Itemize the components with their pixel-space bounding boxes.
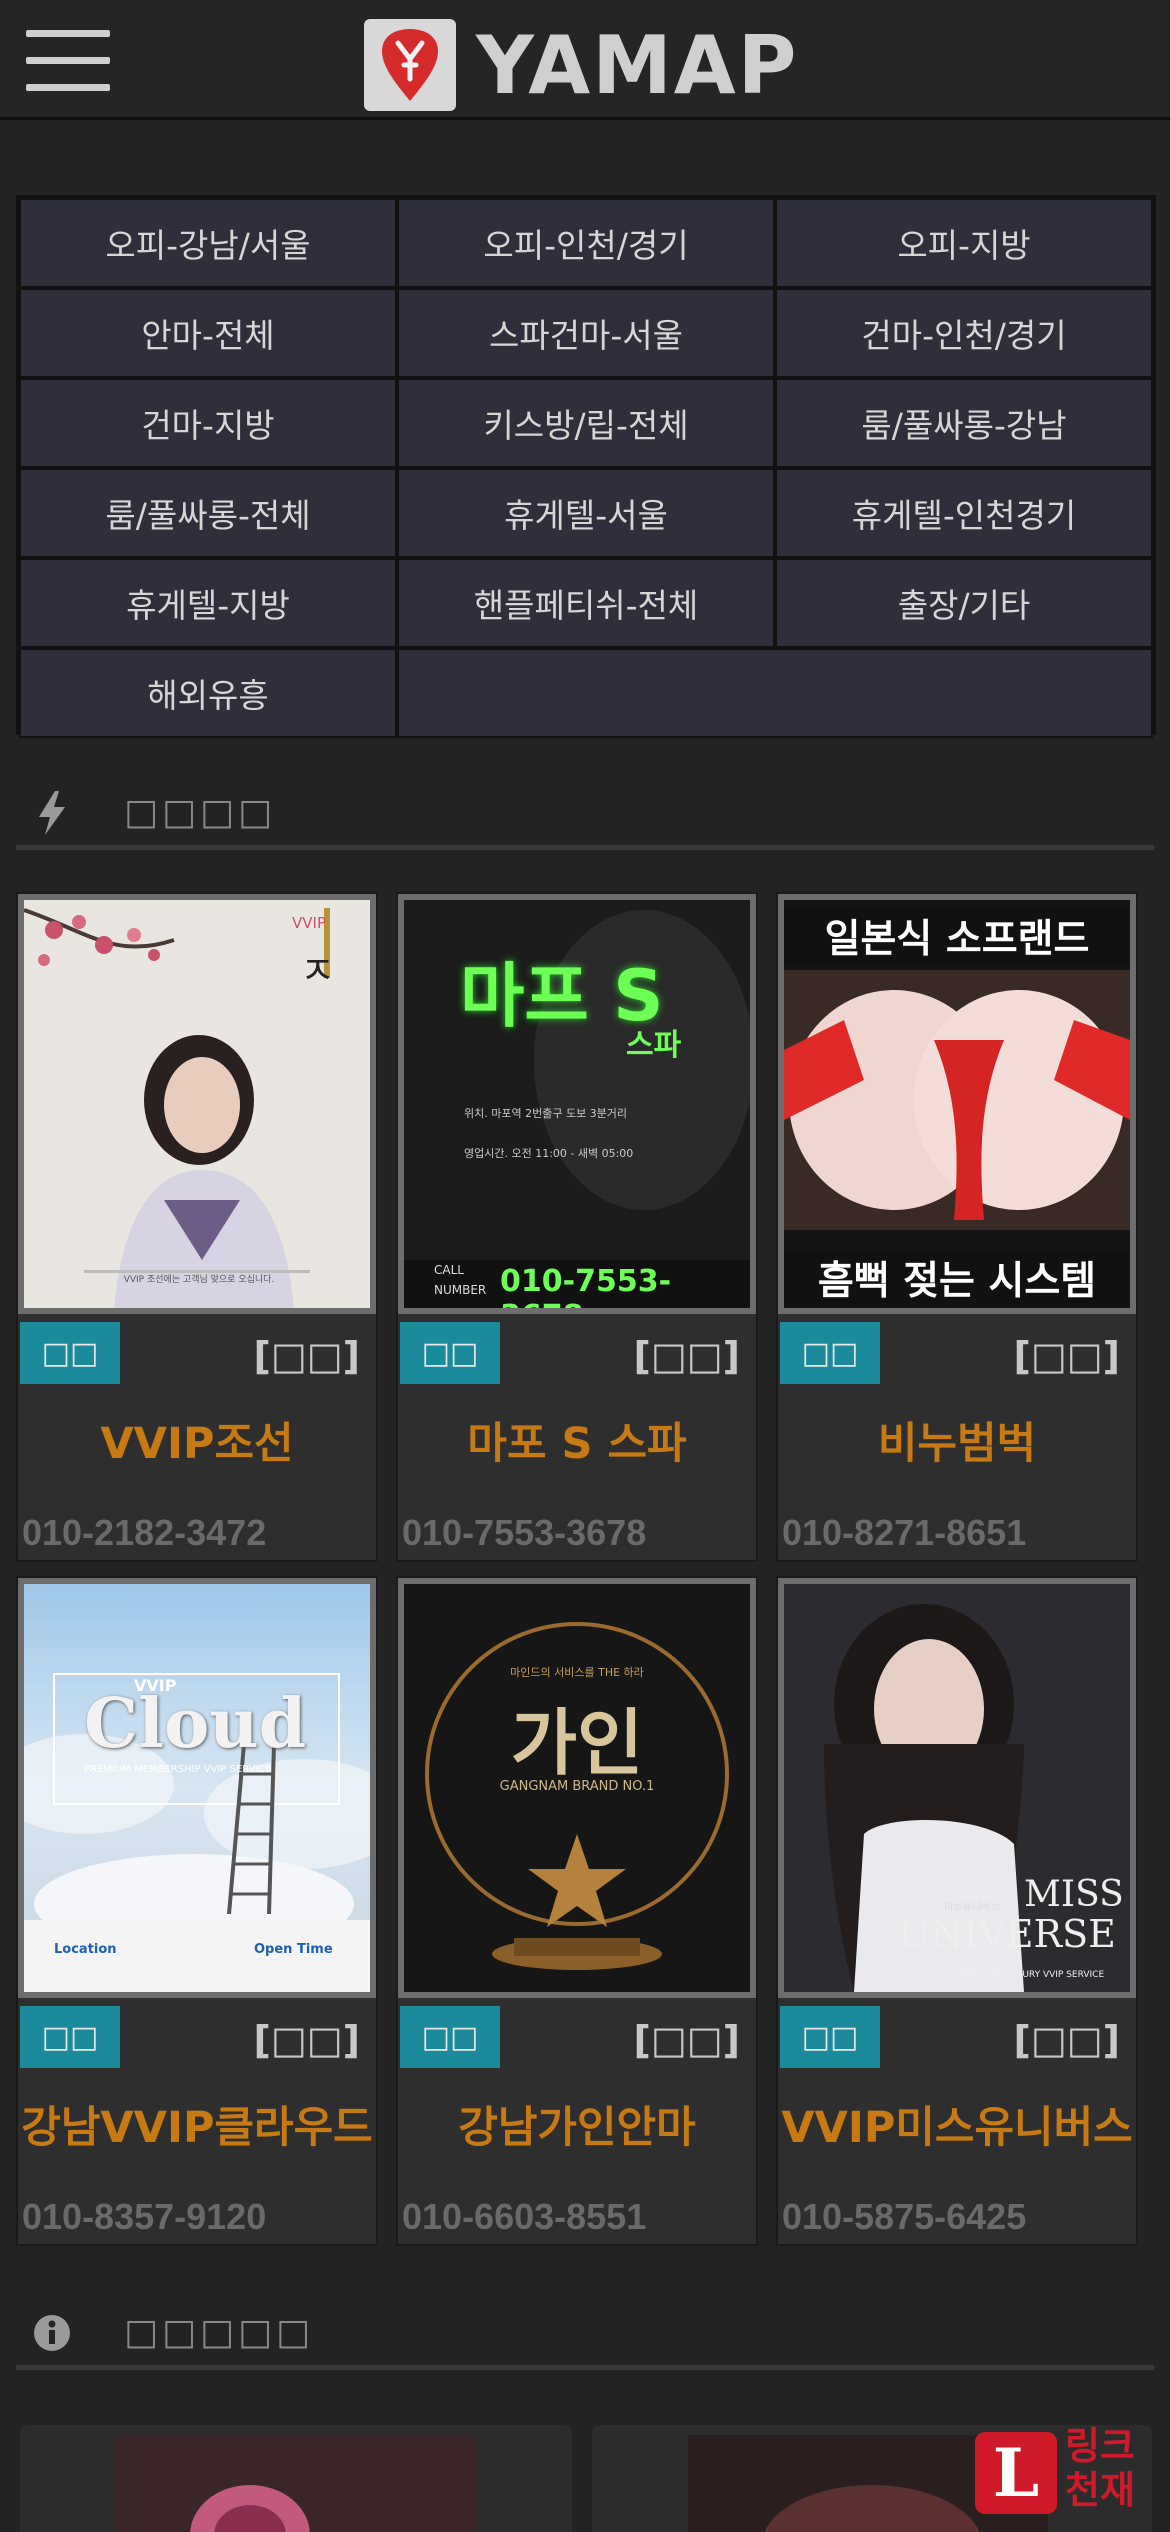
shop-phone[interactable]: 010-8357-9120 [22, 2196, 266, 2238]
shop-phone[interactable]: 010-8271-8651 [782, 1512, 1026, 1554]
category-item[interactable]: 건마-지방 [19, 378, 397, 468]
info-circle-icon [32, 2310, 72, 2356]
category-item[interactable]: 핸플페티쉬-전체 [397, 558, 775, 648]
shop-card[interactable]: 마프 S 스파 위치. 마포역 2번출구 도보 3분거리 영업시간. 오전 11… [396, 892, 758, 1562]
category-item[interactable]: 출장/기타 [775, 558, 1153, 648]
thumb-title: MISS [1024, 1874, 1124, 1915]
thumb-subtitle: 스파 [626, 1028, 682, 1063]
thumb-open-time: Open Time [254, 1942, 333, 1957]
shop-name[interactable]: 강남가인안마 [398, 2093, 756, 2155]
thumb-call-label: CALL NUMBER [434, 1263, 487, 1297]
shop-phone[interactable]: 010-6603-8551 [402, 2196, 646, 2238]
section-header-info: □□□□□ [16, 2300, 1154, 2370]
region-label: [□□] [633, 1334, 740, 1378]
shop-thumbnail[interactable]: 마프 S 스파 위치. 마포역 2번출구 도보 3분거리 영업시간. 오전 11… [398, 894, 756, 1314]
category-item[interactable]: 오피-지방 [775, 198, 1153, 288]
section-title: □□□□□ [124, 2312, 315, 2353]
category-item[interactable]: 스파건마-서울 [397, 288, 775, 378]
logo-text: YAMAP [476, 18, 799, 112]
category-item[interactable]: 룸/풀싸롱-전체 [19, 468, 397, 558]
thumb-subtitle: PREMIUM MEMBERSHIP VVIP SERVICE [84, 1764, 272, 1775]
region-label: [□□] [253, 1334, 360, 1378]
lightning-bolt-icon [32, 790, 72, 836]
shop-name[interactable]: VVIP조선 [18, 1409, 376, 1471]
thumb-title: 가인 [510, 1701, 644, 1785]
l-logo-icon: L [975, 2432, 1057, 2514]
shop-card[interactable]: 일본식 소프랜드 흠뻑 젖는 시스템 □□ [□□] 비누범벅 010-8271… [776, 892, 1138, 1562]
thumb-tag: VVIP [292, 914, 326, 932]
thumb-caption: VVIP 조선에는 고객님 맞으로 오십니다. [123, 1275, 275, 1285]
thumb-subtitle: GANGNAM BRAND NO.1 [499, 1779, 655, 1794]
status-badge: □□ [780, 2006, 880, 2068]
shop-name[interactable]: 강남VVIP클라우드 [18, 2093, 376, 2155]
category-item[interactable]: 휴게텔-지방 [19, 558, 397, 648]
thumb-title: 일본식 소프랜드 [784, 908, 1130, 964]
shop-phone[interactable]: 010-2182-3472 [22, 1512, 266, 1554]
region-label: [□□] [633, 2018, 740, 2062]
thumb-line: 위치. 마포역 2번출구 도보 3분거리 [464, 1107, 628, 1120]
status-badge: □□ [400, 2006, 500, 2068]
category-empty-cell [397, 648, 1153, 738]
status-badge: □□ [20, 1322, 120, 1384]
category-item[interactable]: 해외유흥 [19, 648, 397, 738]
category-item[interactable]: 룸/풀싸롱-강남 [775, 378, 1153, 468]
category-item[interactable]: 오피-인천/경기 [397, 198, 775, 288]
region-label: [□□] [1013, 1334, 1120, 1378]
shop-card[interactable]: VVIP Cloud PREMIUM MEMBERSHIP VVIP SERVI… [16, 1576, 378, 2246]
thumb-tagline: 마인드의 서비스를 THE 하라 [510, 1666, 644, 1679]
thumb-title: Cloud [84, 1684, 307, 1764]
category-grid: 오피-강남/서울 오피-인천/경기 오피-지방 안마-전체 스파건마-서울 건마… [16, 195, 1156, 738]
badge-text-1: 링크 [1065, 2424, 1135, 2468]
thumb-title: ㅈ [300, 949, 335, 993]
status-badge: □□ [20, 2006, 120, 2068]
thumb-title-2: UNIVERSE [898, 1912, 1116, 1956]
thumb-number: 010-7553-3678 [500, 1264, 672, 1308]
shop-thumbnail[interactable]: VVIP ㅈ VVIP 조선에는 고객님 맞으로 오십니다. [18, 894, 376, 1314]
shop-phone[interactable]: 010-5875-6425 [782, 2196, 1026, 2238]
section-header-featured: □□□□ [16, 780, 1154, 850]
thumb-small-label: 미스유니버스 [944, 1902, 1000, 1913]
shop-thumbnail[interactable]: 마인드의 서비스를 THE 하라 가인 GANGNAM BRAND NO.1 [398, 1578, 756, 1998]
shop-thumbnail[interactable]: 일본식 소프랜드 흠뻑 젖는 시스템 [778, 894, 1136, 1314]
category-item[interactable]: 건마-인천/경기 [775, 288, 1153, 378]
region-label: [□□] [1013, 2018, 1120, 2062]
status-badge: □□ [780, 1322, 880, 1384]
category-item[interactable]: 키스방/립-전체 [397, 378, 775, 468]
site-logo[interactable]: YAMAP [364, 18, 798, 112]
category-item[interactable]: 안마-전체 [19, 288, 397, 378]
shop-name[interactable]: VVIP미스유니버스 [778, 2093, 1136, 2155]
category-item[interactable]: 오피-강남/서울 [19, 198, 397, 288]
preview-card[interactable] [20, 2425, 572, 2532]
region-label: [□□] [253, 2018, 360, 2062]
category-item[interactable]: 휴게텔-서울 [397, 468, 775, 558]
shop-card[interactable]: VVIP ㅈ VVIP 조선에는 고객님 맞으로 오십니다. □□ [□□] V… [16, 892, 378, 1562]
shop-thumbnail[interactable]: VVIP Cloud PREMIUM MEMBERSHIP VVIP SERVI… [18, 1578, 376, 1998]
hamburger-menu-icon[interactable] [26, 30, 110, 92]
shop-card[interactable]: MISS UNIVERSE 미스유니버스 PREMIUM LUXURY VVIP… [776, 1576, 1138, 2246]
top-header: YAMAP [0, 0, 1170, 120]
thumb-location: Location [54, 1942, 117, 1957]
shop-card[interactable]: 마인드의 서비스를 THE 하라 가인 GANGNAM BRAND NO.1 □… [396, 1576, 758, 2246]
thumb-line: 영업시간. 오전 11:00 - 새벽 05:00 [464, 1147, 634, 1160]
thumb-subtitle: PREMIUM LUXURY VVIP SERVICE [960, 1970, 1105, 1980]
yamap-y-logo-icon [364, 19, 456, 111]
link-genius-badge[interactable]: L 링크 천재 [975, 2420, 1155, 2520]
shop-name[interactable]: 비누범벅 [778, 1409, 1136, 1471]
shop-phone[interactable]: 010-7553-3678 [402, 1512, 646, 1554]
status-badge: □□ [400, 1322, 500, 1384]
thumb-subtitle: 흠뻑 젖는 시스템 [784, 1250, 1130, 1306]
section-title: □□□□ [124, 792, 277, 833]
shop-thumbnail[interactable]: MISS UNIVERSE 미스유니버스 PREMIUM LUXURY VVIP… [778, 1578, 1136, 1998]
badge-text-2: 천재 [1065, 2468, 1135, 2512]
shop-name[interactable]: 마포 S 스파 [398, 1409, 756, 1471]
category-item[interactable]: 휴게텔-인천경기 [775, 468, 1153, 558]
